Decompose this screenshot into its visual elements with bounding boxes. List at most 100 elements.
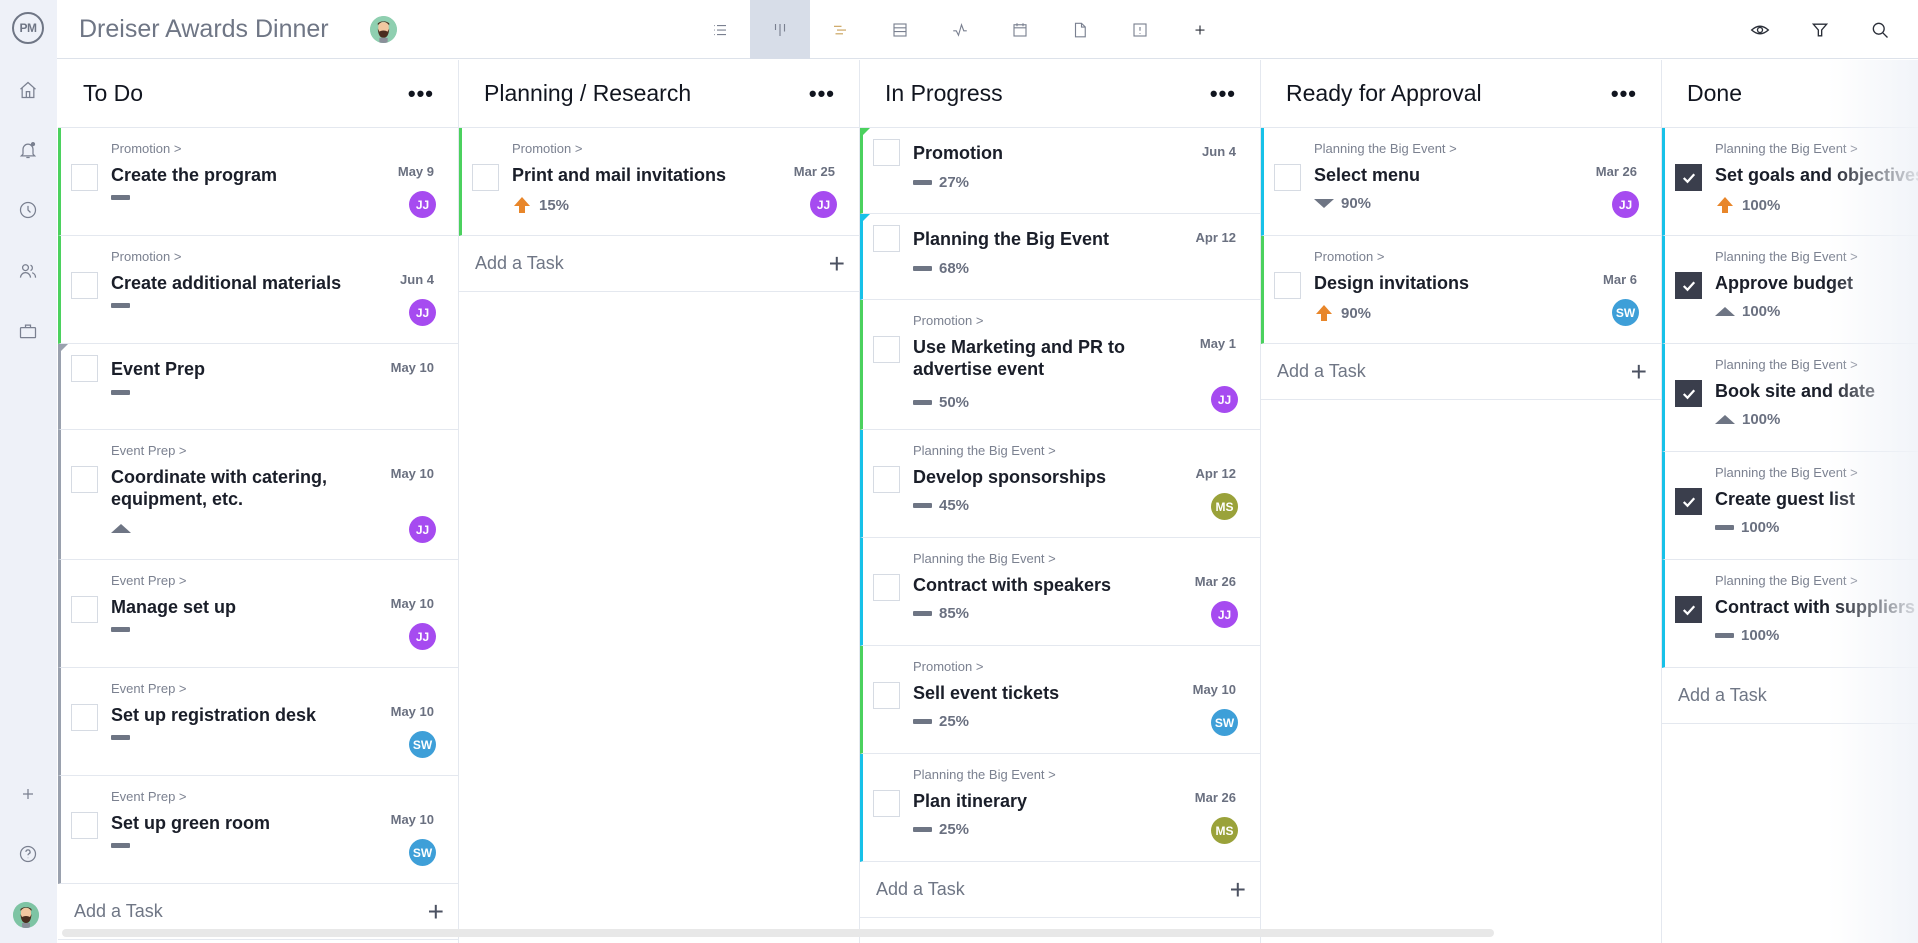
task-name[interactable]: Develop sponsorships (913, 466, 1153, 488)
task-card[interactable]: Promotion > Create additional materials Ju… (58, 236, 458, 344)
parent-task-link[interactable]: Event Prep > (111, 573, 187, 588)
add-task-button[interactable]: Add a Task + (459, 236, 859, 292)
task-checkbox[interactable] (873, 574, 900, 601)
gantt-view-button[interactable] (810, 0, 870, 59)
task-name[interactable]: Contract with speakers (913, 574, 1153, 596)
parent-task-link[interactable]: Planning the Big Event > (913, 767, 1056, 782)
task-name[interactable]: Sell event tickets (913, 682, 1153, 704)
add-task-button[interactable]: Add a Task + (1261, 344, 1661, 400)
users-icon[interactable] (16, 259, 40, 283)
task-card[interactable]: Event Prep > Set up registration desk May … (58, 668, 458, 776)
app-logo[interactable]: PM (12, 12, 44, 44)
task-name[interactable]: Plan itinerary (913, 790, 1153, 812)
horizontal-scrollbar[interactable] (62, 929, 1494, 937)
task-checkbox[interactable] (71, 596, 98, 623)
assignee-avatar[interactable]: SW (1612, 299, 1639, 326)
task-card[interactable]: Planning the Big Event > Create guest lis… (1662, 452, 1918, 560)
task-checkbox[interactable] (71, 355, 98, 382)
parent-task-link[interactable]: Planning the Big Event > (1314, 141, 1457, 156)
dashboard-view-button[interactable] (930, 0, 990, 59)
task-checkbox-checked[interactable] (1675, 380, 1702, 407)
clock-icon[interactable] (16, 198, 40, 222)
task-checkbox[interactable] (873, 139, 900, 166)
plus-icon[interactable]: + (829, 249, 845, 278)
task-card[interactable]: Event Prep May 10 (58, 344, 458, 430)
task-name[interactable]: Create the program (111, 164, 351, 186)
task-name[interactable]: Planning the Big Event (913, 228, 1153, 250)
parent-task-link[interactable]: Planning the Big Event > (1715, 573, 1858, 588)
task-checkbox-checked[interactable] (1675, 488, 1702, 515)
help-icon[interactable] (16, 842, 40, 866)
parent-task-link[interactable]: Promotion > (512, 141, 582, 156)
task-checkbox-checked[interactable] (1675, 596, 1702, 623)
assignee-avatar[interactable]: JJ (810, 191, 837, 218)
parent-task-link[interactable]: Planning the Big Event > (1715, 141, 1858, 156)
assignee-avatar[interactable]: SW (409, 839, 436, 866)
task-card[interactable]: Planning the Big Event > Set goals and ob… (1662, 128, 1918, 236)
task-checkbox-checked[interactable] (1675, 164, 1702, 191)
task-checkbox[interactable] (873, 790, 900, 817)
parent-task-link[interactable]: Planning the Big Event > (913, 443, 1056, 458)
task-name[interactable]: Print and mail invitations (512, 164, 752, 186)
assignee-avatar[interactable]: JJ (409, 299, 436, 326)
column-title[interactable]: In Progress (885, 80, 1003, 107)
task-checkbox[interactable] (873, 225, 900, 252)
column-menu-icon[interactable]: ••• (408, 82, 434, 105)
parent-task-link[interactable]: Promotion > (111, 249, 181, 264)
task-checkbox[interactable] (71, 704, 98, 731)
task-name[interactable]: Coordinate with catering, equipment, etc… (111, 466, 351, 510)
plus-icon[interactable]: + (428, 897, 444, 926)
assignee-avatar[interactable]: MS (1211, 493, 1238, 520)
column-menu-icon[interactable]: ••• (1210, 82, 1236, 105)
task-card[interactable]: Event Prep > Coordinate with catering, eq… (58, 430, 458, 560)
task-name[interactable]: Design invitations (1314, 272, 1554, 294)
task-checkbox[interactable] (1274, 164, 1301, 191)
task-name[interactable]: Select menu (1314, 164, 1554, 186)
task-name[interactable]: Promotion (913, 142, 1153, 164)
task-card[interactable]: Promotion > Sell event tickets May 10 25% SW (860, 646, 1260, 754)
column-menu-icon[interactable]: ••• (809, 82, 835, 105)
plus-icon[interactable]: + (1631, 357, 1647, 386)
task-name[interactable]: Set up registration desk (111, 704, 351, 726)
add-task-button[interactable]: Add a Task (1662, 668, 1918, 724)
parent-task-link[interactable]: Event Prep > (111, 789, 187, 804)
assignee-avatar[interactable]: JJ (409, 623, 436, 650)
project-owner-avatar[interactable] (370, 16, 397, 43)
task-checkbox[interactable] (71, 466, 98, 493)
assignee-avatar[interactable]: JJ (1211, 601, 1238, 628)
task-checkbox[interactable] (472, 164, 499, 191)
watch-button[interactable] (1730, 0, 1790, 59)
filter-button[interactable] (1790, 0, 1850, 59)
task-card[interactable]: Planning the Big Event > Plan itinerary Ma… (860, 754, 1260, 862)
parent-task-link[interactable]: Planning the Big Event > (1715, 465, 1858, 480)
task-checkbox[interactable] (1274, 272, 1301, 299)
risks-view-button[interactable] (1110, 0, 1170, 59)
column-title[interactable]: Done (1687, 80, 1742, 107)
column-menu-icon[interactable]: ••• (1611, 82, 1637, 105)
task-card[interactable]: Planning the Big Event > Approve budget 10… (1662, 236, 1918, 344)
files-view-button[interactable] (1050, 0, 1110, 59)
task-card[interactable]: Planning the Big Event > Develop sponsors… (860, 430, 1260, 538)
assignee-avatar[interactable]: SW (409, 731, 436, 758)
task-card[interactable]: Planning the Big Event > Contract with sp… (860, 538, 1260, 646)
task-card[interactable]: Planning the Big Event > Book site and da… (1662, 344, 1918, 452)
assignee-avatar[interactable]: SW (1211, 709, 1238, 736)
search-button[interactable] (1850, 0, 1910, 59)
sheet-view-button[interactable] (870, 0, 930, 59)
plus-icon[interactable]: + (1230, 875, 1246, 904)
task-checkbox[interactable] (71, 272, 98, 299)
bell-icon[interactable] (16, 138, 40, 162)
task-card[interactable]: Planning the Big Event > Select menu Mar 2… (1261, 128, 1661, 236)
task-checkbox-checked[interactable] (1675, 272, 1702, 299)
task-name[interactable]: Approve budget (1715, 272, 1918, 294)
parent-task-link[interactable]: Planning the Big Event > (1715, 249, 1858, 264)
task-name[interactable]: Create additional materials (111, 272, 351, 294)
task-card[interactable]: Promotion Jun 4 27% (860, 128, 1260, 214)
task-name[interactable]: Event Prep (111, 358, 351, 380)
task-name[interactable]: Contract with suppliers (1715, 596, 1918, 618)
board-view-button[interactable] (750, 0, 810, 59)
home-icon[interactable] (16, 78, 40, 102)
user-avatar[interactable] (13, 902, 39, 928)
briefcase-icon[interactable] (16, 319, 40, 343)
task-card[interactable]: Promotion > Use Marketing and PR to adver… (860, 300, 1260, 430)
